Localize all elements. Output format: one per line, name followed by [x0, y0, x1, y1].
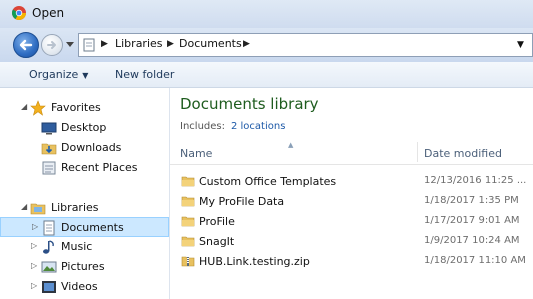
file-name: My ProFile Data	[199, 195, 285, 208]
new-folder-button[interactable]: New folder	[115, 68, 174, 81]
sidebar-label: Libraries	[51, 201, 99, 214]
file-name: ProFile	[199, 215, 235, 228]
column-divider[interactable]	[417, 142, 418, 162]
sidebar-item-pictures[interactable]: ▷ Pictures	[0, 257, 169, 277]
locations-link[interactable]: 2 locations	[231, 121, 285, 132]
sidebar-label: Pictures	[61, 260, 105, 273]
command-bar: Organize ▼ New folder	[0, 62, 533, 88]
address-bar[interactable]: ▶ Libraries ▶ Documents ▶ ▼	[78, 33, 533, 57]
folder-icon	[181, 236, 195, 247]
library-title: Documents library	[180, 95, 319, 113]
file-row[interactable]: Custom Office Templates 12/13/2016 11:25…	[170, 172, 533, 192]
title-bar: Open	[0, 0, 533, 28]
sidebar-item-favorites[interactable]: ◢ Favorites	[0, 98, 169, 118]
file-name: SnagIt	[199, 235, 235, 248]
libraries-icon	[30, 203, 46, 215]
collapse-icon[interactable]: ▷	[31, 261, 37, 270]
navigation-bar: ▶ Libraries ▶ Documents ▶ ▼	[0, 28, 533, 62]
file-date: 1/17/2017 9:01 AM	[424, 215, 520, 226]
breadcrumb-libraries[interactable]: Libraries	[115, 37, 163, 50]
sort-ascending-icon: ▲	[288, 141, 294, 149]
collapse-icon[interactable]: ▷	[31, 281, 37, 290]
library-icon	[83, 38, 95, 52]
expand-icon[interactable]: ◢	[21, 202, 27, 211]
folder-icon	[181, 196, 195, 207]
sidebar-label: Recent Places	[61, 161, 138, 174]
file-date: 1/18/2017 11:10 AM	[424, 255, 526, 266]
column-name[interactable]: Name	[180, 147, 212, 160]
content-pane: Documents library Includes: 2 locations ▲…	[170, 88, 533, 299]
pictures-icon	[41, 261, 57, 273]
collapse-icon[interactable]: ▷	[32, 222, 38, 231]
sidebar-label: Downloads	[61, 141, 122, 154]
music-icon	[43, 240, 54, 254]
file-date: 12/13/2016 11:25 ...	[424, 175, 527, 186]
file-date: 1/9/2017 10:24 AM	[424, 235, 520, 246]
sidebar-label: Videos	[61, 280, 98, 293]
forward-button[interactable]	[41, 34, 63, 56]
sidebar-item-music[interactable]: ▷ Music	[0, 237, 169, 257]
file-date: 1/18/2017 1:35 PM	[424, 195, 519, 206]
sidebar-item-libraries[interactable]: ◢ Libraries	[0, 198, 169, 218]
sidebar-item-downloads[interactable]: Downloads	[0, 138, 169, 158]
chevron-down-icon: ▼	[82, 71, 89, 80]
sidebar-label: Desktop	[61, 121, 107, 134]
sidebar-label: Music	[61, 240, 93, 253]
address-dropdown[interactable]: ▼	[517, 40, 524, 50]
desktop-icon	[41, 122, 57, 135]
sidebar-item-videos[interactable]: ▷ Videos	[0, 277, 169, 297]
folder-icon	[181, 176, 195, 187]
breadcrumb-documents[interactable]: Documents	[179, 37, 242, 50]
breadcrumb-separator[interactable]: ▶	[167, 39, 174, 49]
back-arrow-icon	[19, 39, 33, 51]
breadcrumb-separator[interactable]: ▶	[101, 39, 108, 49]
videos-icon	[42, 281, 56, 293]
recent-places-icon	[42, 161, 56, 175]
documents-icon	[43, 220, 55, 236]
breadcrumb-separator[interactable]: ▶	[243, 39, 250, 49]
star-icon	[30, 100, 46, 116]
sidebar-label: Documents	[61, 221, 124, 234]
file-row[interactable]: HUB.Link.testing.zip 1/18/2017 11:10 AM	[170, 252, 533, 272]
column-date-modified[interactable]: Date modified	[424, 147, 502, 160]
sidebar-item-recent-places[interactable]: Recent Places	[0, 158, 169, 178]
forward-arrow-icon	[47, 41, 56, 49]
column-header: ▲ Name Date modified	[170, 140, 533, 165]
includes-label: Includes:	[180, 121, 225, 132]
back-button[interactable]	[13, 32, 39, 58]
folder-icon	[181, 216, 195, 227]
file-row[interactable]: SnagIt 1/9/2017 10:24 AM	[170, 232, 533, 252]
sidebar-label: Favorites	[51, 101, 101, 114]
organize-button[interactable]: Organize ▼	[29, 68, 88, 81]
downloads-icon	[41, 143, 57, 155]
sidebar-item-desktop[interactable]: Desktop	[0, 118, 169, 138]
sidebar-item-documents[interactable]: ▷ Documents	[0, 217, 169, 237]
file-name: Custom Office Templates	[199, 175, 337, 188]
expand-icon[interactable]: ◢	[21, 102, 27, 111]
file-row[interactable]: My ProFile Data 1/18/2017 1:35 PM	[170, 192, 533, 212]
chrome-icon	[12, 6, 26, 20]
recent-pages-dropdown[interactable]	[66, 42, 74, 48]
file-name: HUB.Link.testing.zip	[199, 255, 310, 268]
library-includes: Includes: 2 locations	[180, 121, 285, 132]
file-row[interactable]: ProFile 1/17/2017 9:01 AM	[170, 212, 533, 232]
window-title: Open	[32, 6, 65, 20]
navigation-pane: ◢ Favorites Desktop Downloads Recent Pla…	[0, 88, 170, 299]
collapse-icon[interactable]: ▷	[31, 241, 37, 250]
zip-file-icon	[181, 256, 195, 267]
